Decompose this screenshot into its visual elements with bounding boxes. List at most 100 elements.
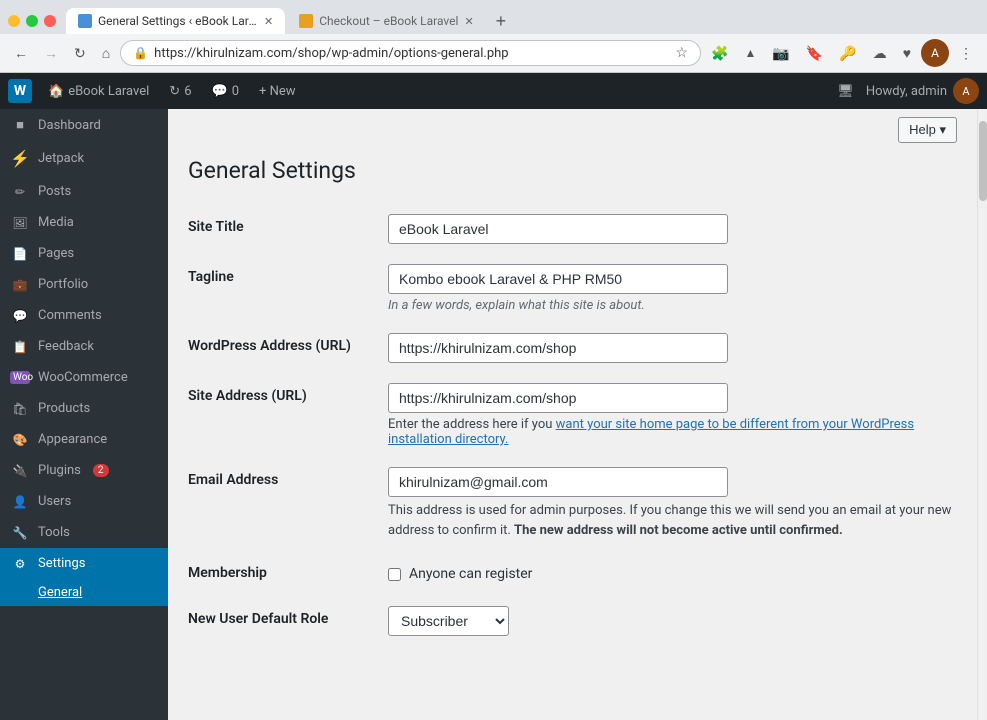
sidebar-item-media[interactable]: 🖼 Media (0, 207, 168, 238)
site-address-cell: Enter the address here if you want your … (388, 373, 957, 457)
membership-checkbox-label: Anyone can register (388, 560, 957, 582)
dashboard-label: Dashboard (38, 118, 101, 133)
email-input[interactable] (388, 467, 728, 497)
site-address-input[interactable] (388, 383, 728, 413)
admin-avatar[interactable]: A (953, 78, 979, 104)
camera-icon[interactable]: 📷 (766, 41, 795, 66)
howdy-label: Howdy, admin (866, 84, 947, 99)
membership-checkbox[interactable] (388, 568, 401, 581)
new-tab-button[interactable]: + (488, 11, 515, 32)
sidebar-sub-general[interactable]: General (0, 579, 168, 606)
settings-label: Settings (38, 556, 85, 571)
appearance-label: Appearance (38, 432, 107, 447)
scrollbar[interactable] (977, 109, 987, 720)
sidebar-item-users[interactable]: 👤 Users (0, 486, 168, 517)
tab1-close[interactable]: ✕ (264, 15, 273, 28)
site-title-cell (388, 204, 957, 254)
ext3-icon[interactable]: ☁ (867, 41, 893, 66)
screen-icon: 🖥 (837, 84, 854, 99)
close-button[interactable] (44, 15, 56, 27)
user-role-select[interactable]: Subscriber Contributor Author Editor Adm… (388, 606, 509, 636)
star-icon: ☆ (675, 45, 688, 61)
user-role-cell: Subscriber Contributor Author Editor Adm… (388, 596, 957, 646)
membership-row: Membership Anyone can register (188, 550, 957, 596)
media-icon: 🖼 (10, 216, 30, 230)
sidebar-item-products[interactable]: 🛍 Products (0, 393, 168, 424)
new-item[interactable]: + New (251, 73, 304, 109)
ext1-icon[interactable]: 🔖 (800, 41, 829, 66)
comments-sidebar-icon: 💬 (10, 309, 30, 323)
tab-2[interactable]: Checkout – eBook Laravel ✕ (287, 8, 485, 34)
sidebar-item-plugins[interactable]: 🔌 Plugins 2 (0, 455, 168, 486)
sidebar-item-pages[interactable]: 📄 Pages (0, 238, 168, 269)
plugins-badge: 2 (93, 464, 109, 477)
user-avatar[interactable]: A (921, 39, 949, 67)
email-note: This address is used for admin purposes.… (388, 501, 957, 540)
browser-window: General Settings ‹ eBook Larave… ✕ Check… (0, 0, 987, 720)
tab2-label: Checkout – eBook Laravel (319, 14, 458, 28)
site-title-row: Site Title (188, 204, 957, 254)
tagline-input[interactable] (388, 264, 728, 294)
sidebar-item-posts[interactable]: ✏ Posts (0, 176, 168, 207)
address-bar[interactable]: 🔒 https://khirulnizam.com/shop/wp-admin/… (120, 40, 701, 66)
menu-button[interactable]: ⋮ (953, 41, 979, 66)
wp-address-input[interactable] (388, 333, 728, 363)
wp-address-label: WordPress Address (URL) (188, 323, 388, 373)
home-button[interactable]: ⌂ (96, 41, 116, 65)
updates-count: 6 (184, 84, 191, 99)
comments-count: 0 (232, 84, 239, 99)
email-row: Email Address This address is used for a… (188, 457, 957, 550)
updates-item[interactable]: ↻ 6 (161, 73, 199, 109)
comments-item[interactable]: 💬 0 (204, 73, 248, 109)
sidebar-item-portfolio[interactable]: 💼 Portfolio (0, 269, 168, 300)
users-icon: 👤 (10, 495, 30, 509)
sidebar-item-feedback[interactable]: 📋 Feedback (0, 331, 168, 362)
membership-label: Membership (188, 550, 388, 596)
minimize-button[interactable] (8, 15, 20, 27)
wp-address-cell (388, 323, 957, 373)
sidebar-item-settings[interactable]: ⚙ Settings (0, 548, 168, 579)
portfolio-label: Portfolio (38, 277, 88, 292)
user-role-label-text: New User Default Role (188, 611, 328, 627)
help-button[interactable]: Help ▾ (898, 117, 957, 143)
ext4-icon[interactable]: ♥ (897, 41, 917, 65)
back-button[interactable]: ← (8, 41, 34, 65)
sidebar-item-tools[interactable]: 🔧 Tools (0, 517, 168, 548)
window-controls (8, 15, 56, 27)
tagline-label: Tagline (188, 254, 388, 323)
wp-layout: ■ Dashboard ⚡ Jetpack ✏ Posts 🖼 Media 📄 … (0, 109, 987, 720)
site-name-item[interactable]: 🏠 eBook Laravel (40, 73, 157, 109)
extensions-button[interactable]: 🧩 (705, 41, 734, 66)
sidebar-item-woocommerce[interactable]: Woo WooCommerce (0, 362, 168, 393)
forward-button[interactable]: → (38, 41, 64, 65)
sidebar-item-dashboard[interactable]: ■ Dashboard (0, 109, 168, 141)
tagline-cell: In a few words, explain what this site i… (388, 254, 957, 323)
screen-options-button[interactable]: 🖥 (829, 84, 862, 99)
plugins-label: Plugins (38, 463, 81, 478)
sidebar-item-appearance[interactable]: 🎨 Appearance (0, 424, 168, 455)
site-title-input[interactable] (388, 214, 728, 244)
tab2-favicon (299, 14, 313, 28)
woo-icon: Woo (10, 371, 30, 384)
ext2-icon[interactable]: 🔑 (833, 41, 862, 66)
tab1-label: General Settings ‹ eBook Larave… (98, 14, 258, 28)
content-area: General Settings Site Title (168, 143, 977, 666)
scrollbar-thumb[interactable] (979, 121, 987, 201)
membership-cell: Anyone can register (388, 550, 957, 596)
jetpack-label: Jetpack (38, 151, 84, 166)
reload-button[interactable]: ↻ (68, 41, 92, 66)
new-label: + New (259, 84, 296, 99)
user-role-row: New User Default Role Subscriber Contrib… (188, 596, 957, 646)
site-address-desc-prefix: Enter the address here if you (388, 417, 556, 432)
sidebar-item-jetpack[interactable]: ⚡ Jetpack (0, 141, 168, 176)
site-address-label-text: Site Address (URL) (188, 388, 307, 404)
sidebar-item-comments[interactable]: 💬 Comments (0, 300, 168, 331)
tab-1[interactable]: General Settings ‹ eBook Larave… ✕ (66, 8, 285, 34)
tools-icon: 🔧 (10, 526, 30, 540)
pages-label: Pages (38, 246, 74, 261)
site-title-label-text: Site Title (188, 219, 244, 235)
maximize-button[interactable] (26, 15, 38, 27)
tab2-close[interactable]: ✕ (464, 15, 473, 28)
drive-icon[interactable]: ▲ (738, 42, 762, 64)
wp-logo[interactable]: W (8, 79, 32, 103)
